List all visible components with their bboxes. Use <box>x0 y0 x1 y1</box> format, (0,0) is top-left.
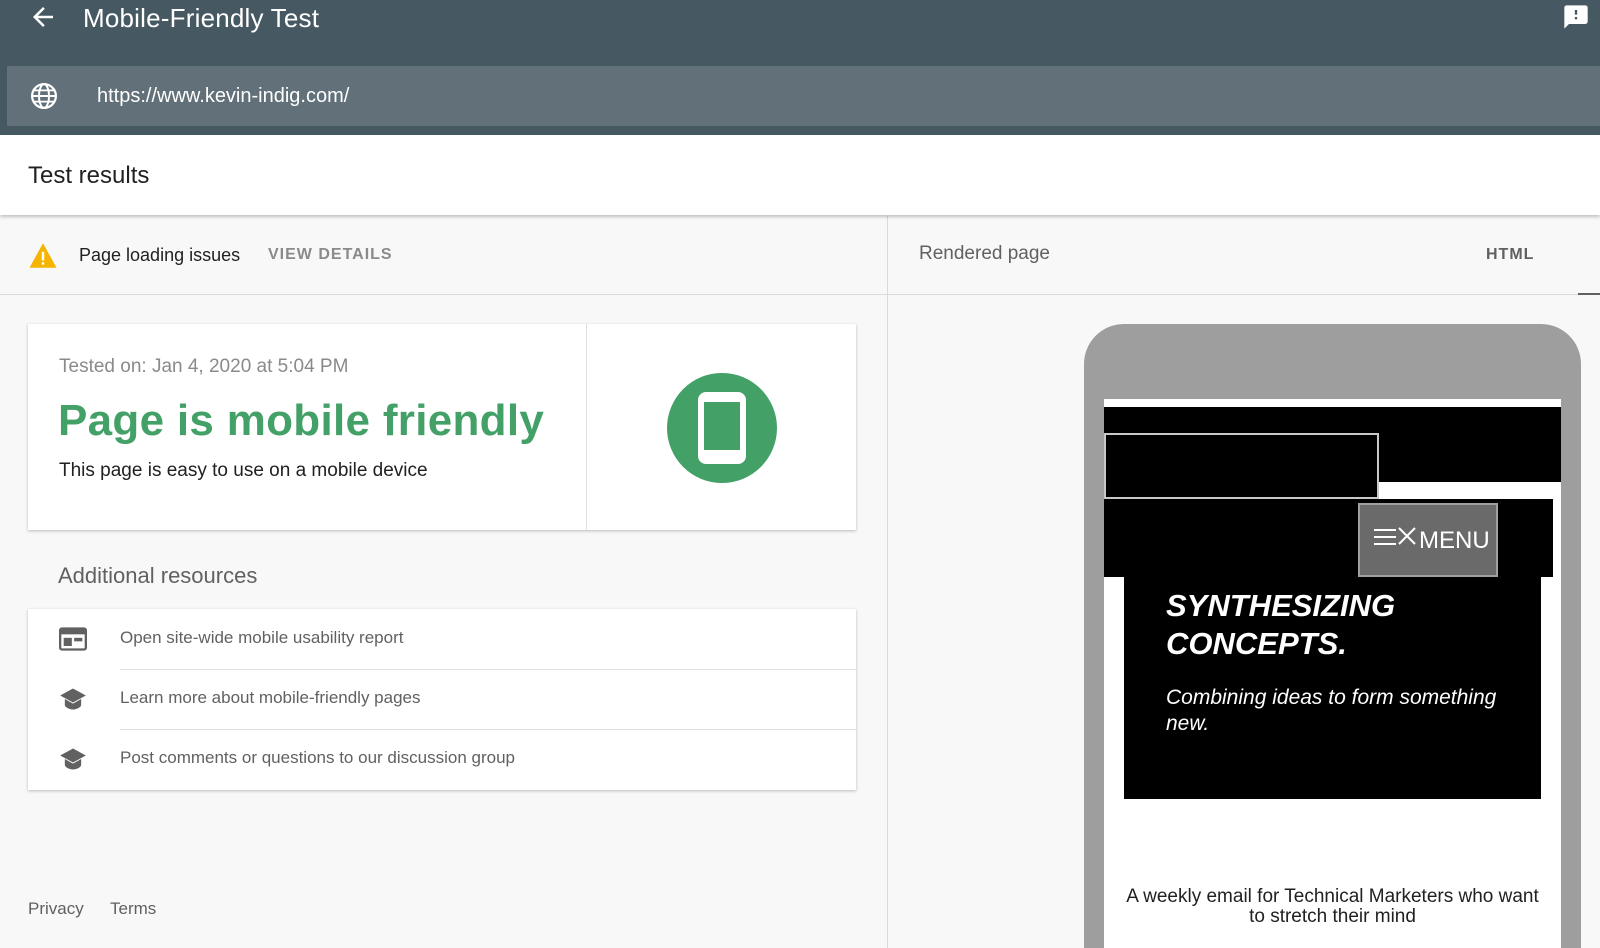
rendered-page-bar: Rendered page HTML <box>888 216 1600 295</box>
school-icon <box>59 686 87 712</box>
arrow-back-icon <box>33 7 53 27</box>
verdict-description: This page is easy to use on a mobile dev… <box>59 460 428 481</box>
preview-menu-label: MENU <box>1419 527 1490 554</box>
smartphone-icon <box>666 372 778 484</box>
web-layout-icon <box>59 626 87 652</box>
terms-link[interactable]: Terms <box>110 899 156 919</box>
preview-hero: SYNTHESIZING CONCEPTS. Combining ideas t… <box>1124 577 1541 799</box>
rendered-page-label: Rendered page <box>919 243 1050 264</box>
resource-label: Post comments or questions to our discus… <box>120 748 515 767</box>
preview-menu-button[interactable]: MENU <box>1358 503 1498 577</box>
phone-preview-frame: MENU SYNTHESIZING CONCEPTS. Combining id… <box>1084 324 1581 948</box>
preview-newsletter-text: A weekly email for Technical Marketers w… <box>1126 886 1539 927</box>
additional-resources-list: Open site-wide mobile usability report L… <box>28 609 856 790</box>
rendered-page-pane: Rendered page HTML MENU SYNTHESIZING CON… <box>888 216 1600 948</box>
tab-html[interactable]: HTML <box>1486 246 1534 264</box>
preview-logo-box <box>1104 433 1379 499</box>
phone-preview-screen[interactable]: MENU SYNTHESIZING CONCEPTS. Combining id… <box>1104 399 1561 948</box>
school-icon <box>59 746 87 772</box>
resource-label: Learn more about mobile-friendly pages <box>120 688 421 707</box>
preview-hero-title: SYNTHESIZING CONCEPTS. <box>1166 588 1396 661</box>
feedback-button[interactable] <box>1562 3 1590 31</box>
app-title: Mobile-Friendly Test <box>83 3 320 33</box>
tab-indicator <box>1578 293 1600 295</box>
resource-learn-more-link[interactable]: Learn more about mobile-friendly pages <box>28 669 856 729</box>
preview-hero-subtitle: Combining ideas to form something new. <box>1166 686 1497 735</box>
resource-discussion-group-link[interactable]: Post comments or questions to our discus… <box>28 729 856 789</box>
url-bar <box>7 66 1600 126</box>
results-title: Test results <box>28 162 150 189</box>
menu-close-icon <box>1374 527 1416 545</box>
feedback-icon <box>1564 5 1588 29</box>
page-loading-issues-label: Page loading issues <box>79 245 241 265</box>
page-loading-issues-bar: Page loading issues VIEW DETAILS <box>0 216 887 295</box>
url-input[interactable] <box>97 78 1497 114</box>
verdict-heading: Page is mobile friendly <box>58 396 545 445</box>
app-bar: Mobile-Friendly Test <box>0 0 1600 135</box>
back-button[interactable] <box>28 2 58 32</box>
results-header: Test results <box>0 135 1600 215</box>
card-divider <box>586 324 587 530</box>
left-pane: Page loading issues VIEW DETAILS Tested … <box>0 216 887 948</box>
warning-icon <box>28 242 58 269</box>
result-card: Tested on: Jan 4, 2020 at 5:04 PM Page i… <box>28 324 856 530</box>
resource-usability-report-link[interactable]: Open site-wide mobile usability report <box>28 609 856 669</box>
tested-on-timestamp: Tested on: Jan 4, 2020 at 5:04 PM <box>59 356 349 377</box>
privacy-link[interactable]: Privacy <box>28 899 84 919</box>
view-details-button[interactable]: VIEW DETAILS <box>268 246 393 264</box>
globe-icon <box>29 81 59 111</box>
resource-label: Open site-wide mobile usability report <box>120 628 404 647</box>
additional-resources-title: Additional resources <box>58 563 258 588</box>
